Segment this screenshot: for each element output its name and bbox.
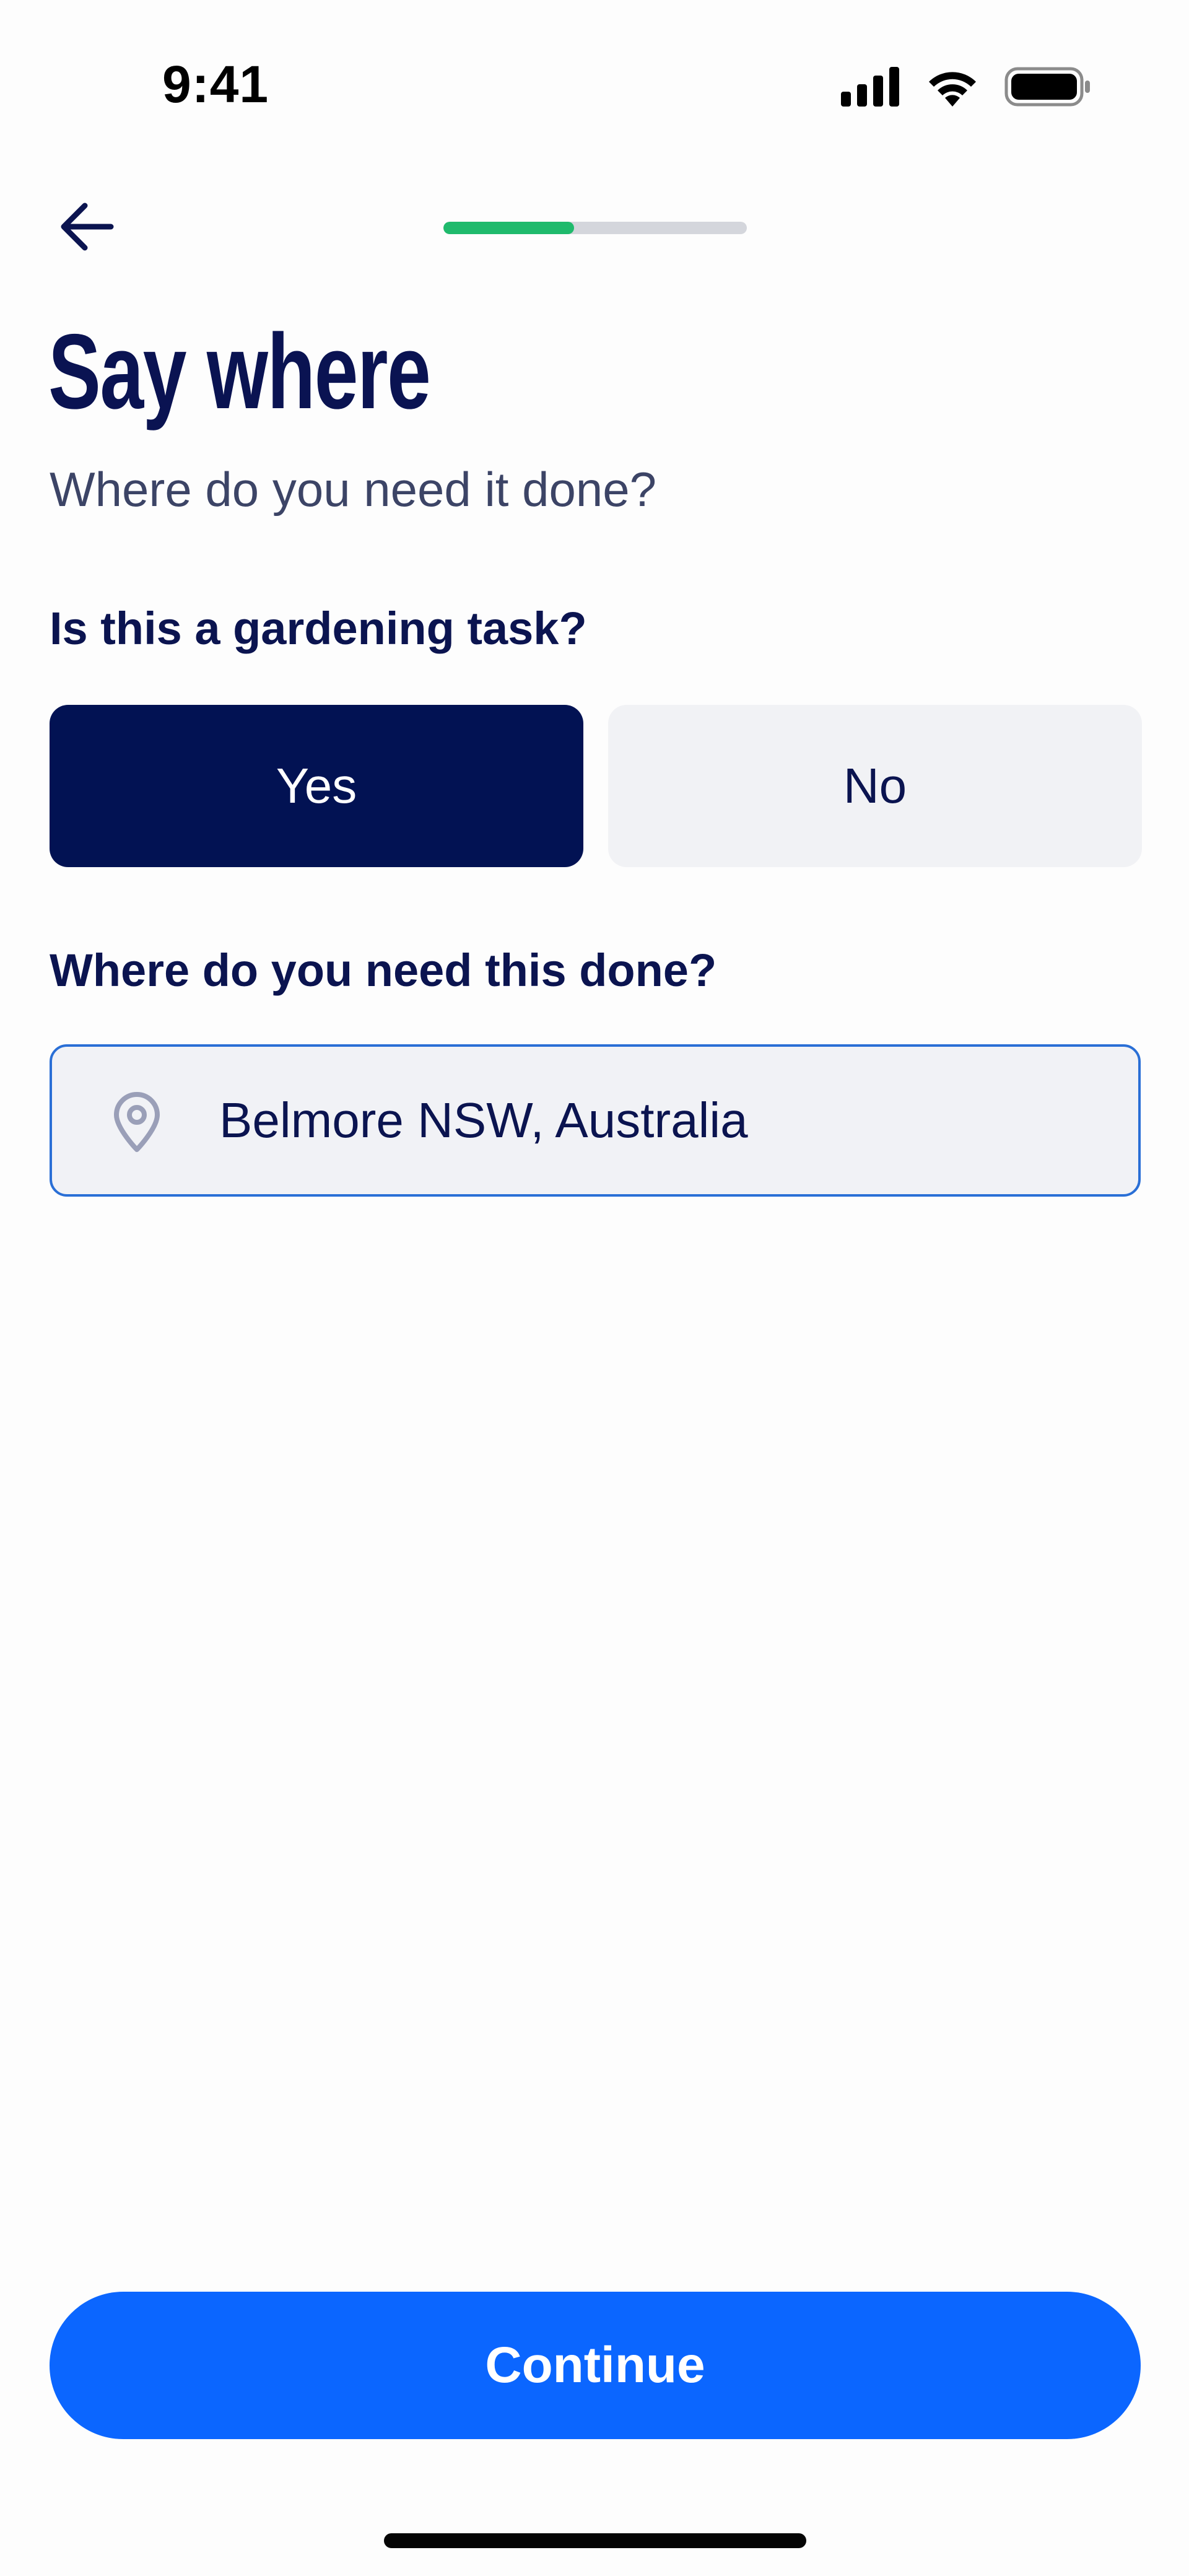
progress-bar (443, 222, 747, 234)
progress-bar-fill (443, 222, 574, 234)
location-question-label: Where do you need this done? (50, 945, 717, 996)
gardening-question-label: Is this a gardening task? (50, 603, 587, 654)
back-button[interactable] (50, 197, 124, 259)
wifi-icon (925, 67, 980, 110)
battery-icon (1004, 67, 1091, 110)
page-title: Say where (48, 312, 431, 431)
no-option-label: No (843, 758, 907, 813)
page-subtitle: Where do you need it done? (50, 462, 657, 517)
continue-button-label: Continue (485, 2337, 705, 2393)
arrow-left-icon (59, 202, 115, 255)
location-input[interactable]: Belmore NSW, Australia (50, 1044, 1141, 1197)
status-time: 9:41 (162, 55, 269, 113)
location-value: Belmore NSW, Australia (219, 1093, 748, 1148)
status-icons (841, 67, 1091, 110)
location-pin-icon (109, 1091, 165, 1153)
continue-button[interactable]: Continue (50, 2292, 1141, 2439)
yes-option-button[interactable]: Yes (50, 705, 583, 867)
no-option-button[interactable]: No (608, 705, 1142, 867)
cellular-signal-icon (841, 67, 900, 110)
home-indicator (384, 2533, 806, 2548)
status-bar: 9:41 (0, 0, 1189, 173)
yes-option-label: Yes (276, 758, 357, 813)
